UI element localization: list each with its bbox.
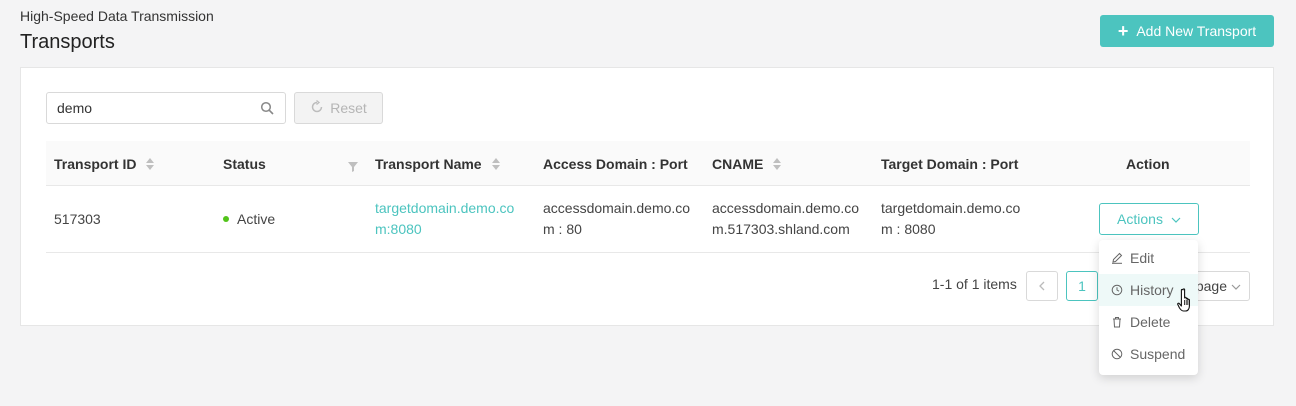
menu-item-suspend[interactable]: Suspend: [1099, 338, 1198, 370]
menu-item-label: History: [1130, 282, 1174, 298]
menu-item-label: Edit: [1130, 250, 1155, 266]
menu-item-label: Delete: [1130, 314, 1171, 330]
column-header-access-domain-port: Access Domain : Port: [543, 141, 688, 186]
column-header-transport-id[interactable]: Transport ID: [54, 141, 155, 186]
column-label: Transport Name: [375, 155, 482, 172]
column-header-transport-name[interactable]: Transport Name: [375, 141, 500, 186]
column-header-cname[interactable]: CNAME: [712, 141, 782, 186]
breadcrumb: High-Speed Data Transmission: [20, 8, 214, 24]
transport-name-link[interactable]: targetdomain.demo.com:8080: [375, 198, 522, 240]
chevron-down-icon: [1231, 278, 1241, 294]
prev-page-button[interactable]: [1026, 271, 1058, 301]
chevron-left-icon: [1038, 278, 1046, 294]
status-dot-icon: [223, 216, 229, 222]
menu-item-edit[interactable]: Edit: [1099, 242, 1198, 274]
cell-status: Active: [223, 186, 275, 252]
edit-icon: [1111, 252, 1123, 264]
reset-icon: [310, 99, 324, 117]
search-input[interactable]: demo: [46, 92, 286, 124]
search-input-value: demo: [57, 100, 93, 116]
reset-label: Reset: [330, 100, 367, 116]
page-size-label: page: [1195, 278, 1227, 294]
status-label: Active: [237, 210, 276, 227]
sort-icon[interactable]: [146, 157, 155, 170]
search-icon[interactable]: [259, 100, 275, 116]
column-label: CNAME: [712, 155, 764, 172]
suspend-icon: [1111, 348, 1123, 360]
sort-icon[interactable]: [773, 157, 782, 170]
add-new-transport-button[interactable]: + Add New Transport: [1100, 15, 1274, 47]
filter-icon[interactable]: [348, 159, 358, 175]
column-label: Status: [223, 155, 266, 172]
column-label: Access Domain : Port: [543, 155, 688, 172]
cell-access-domain-port: accessdomain.demo.com : 80: [543, 200, 691, 237]
column-header-status: Status: [223, 141, 358, 186]
column-label: Transport ID: [54, 155, 137, 172]
actions-label: Actions: [1117, 211, 1163, 227]
page-title: Transports: [20, 31, 115, 53]
column-label: Action: [1126, 155, 1170, 172]
cell-cname: accessdomain.demo.com.517303.shland.com: [712, 200, 860, 237]
cell-target-domain-port: targetdomain.demo.com : 8080: [881, 200, 1021, 237]
chevron-down-icon: [1171, 211, 1181, 227]
cell-transport-id: 517303: [54, 210, 101, 227]
table-row: 517303 Active targetdomain.demo.com:8080…: [46, 186, 1250, 253]
page-1-button[interactable]: 1: [1066, 271, 1098, 301]
column-header-action: Action: [1126, 141, 1170, 186]
transports-card: demo Reset Transport ID Status Transport…: [20, 67, 1274, 326]
history-icon: [1111, 284, 1123, 296]
reset-button[interactable]: Reset: [294, 92, 383, 124]
pagination-summary: 1-1 of 1 items: [932, 276, 1017, 292]
sort-icon[interactable]: [491, 157, 500, 170]
hand-pointer-cursor-icon: [1177, 288, 1197, 319]
cell-transport-name: targetdomain.demo.com:8080: [375, 186, 522, 252]
delete-icon: [1111, 316, 1123, 328]
actions-dropdown-button[interactable]: Actions: [1099, 203, 1199, 235]
plus-icon: +: [1117, 21, 1129, 41]
column-header-target-domain-port: Target Domain : Port: [881, 141, 1018, 186]
column-label: Target Domain : Port: [881, 155, 1019, 172]
menu-item-label: Suspend: [1130, 346, 1186, 362]
add-new-transport-label: Add New Transport: [1136, 23, 1257, 39]
table-header: Transport ID Status Transport Name Acces…: [46, 141, 1250, 186]
